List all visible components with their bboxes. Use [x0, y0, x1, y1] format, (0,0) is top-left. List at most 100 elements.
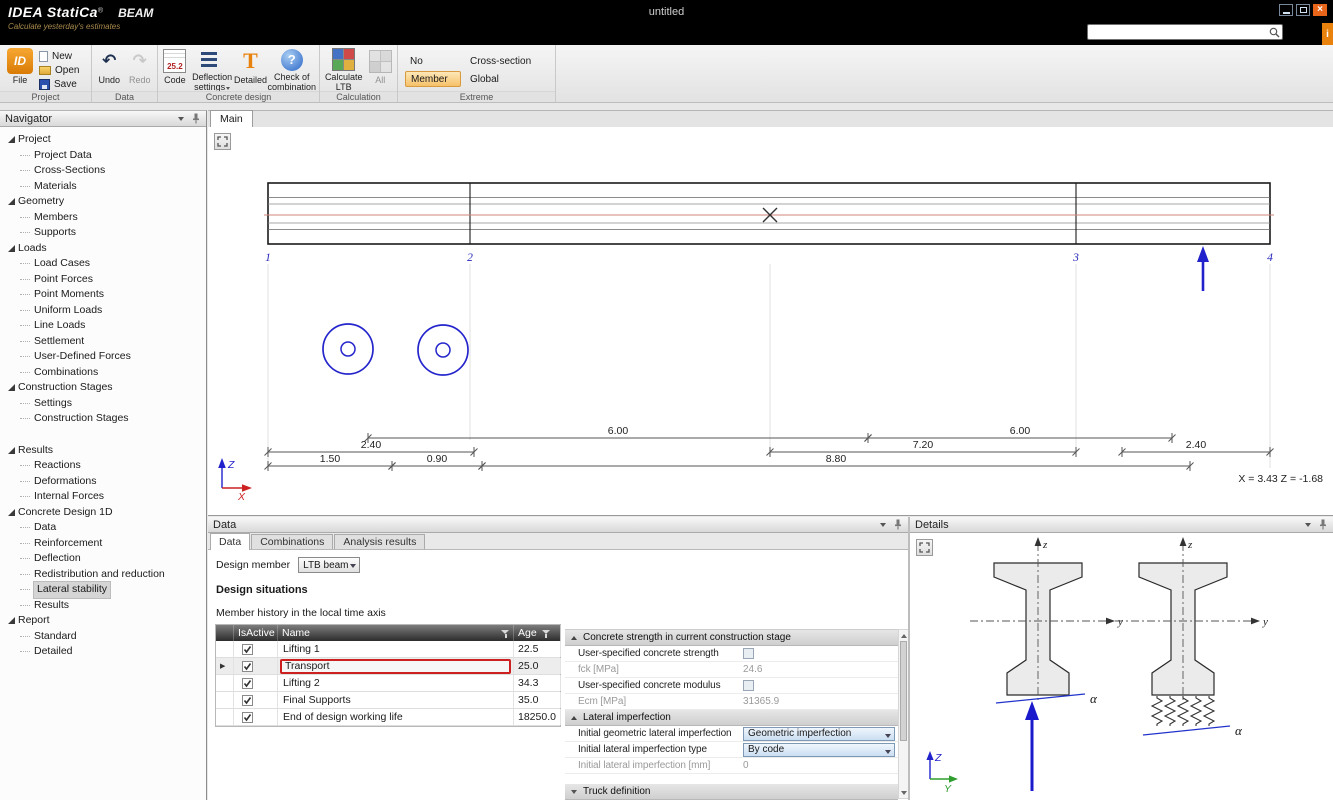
model-view[interactable]: 1 2 3 4: [208, 127, 1333, 516]
table-row[interactable]: ▶ Transport 25.0: [216, 658, 560, 675]
isactive-checkbox[interactable]: [242, 712, 253, 723]
section-header-concrete-strength[interactable]: Concrete strength in current constructio…: [565, 630, 898, 646]
user-strength-checkbox[interactable]: [743, 648, 754, 659]
tree-item[interactable]: Project: [4, 132, 206, 148]
name-column-header[interactable]: Name: [278, 625, 514, 641]
save-button[interactable]: Save: [39, 78, 79, 90]
tree-item[interactable]: Internal Forces: [4, 489, 206, 505]
tree-item[interactable]: Deflection: [4, 551, 206, 567]
pin-icon[interactable]: [191, 113, 201, 124]
calculate-ltb-button[interactable]: Calculate LTB: [323, 47, 364, 92]
check-of-combination-button[interactable]: ? Check of combination: [267, 47, 316, 92]
extreme-no-button[interactable]: No: [405, 53, 461, 69]
calculate-all-button[interactable]: All: [366, 47, 394, 92]
tree-item[interactable]: Combinations: [4, 365, 206, 381]
tree-item[interactable]: Reactions: [4, 458, 206, 474]
detailed-button[interactable]: T Detailed: [235, 47, 265, 92]
tree-item[interactable]: Detailed: [4, 644, 206, 660]
tree-item[interactable]: Point Moments: [4, 287, 206, 303]
panel-menu-icon[interactable]: [178, 117, 184, 121]
tree-item[interactable]: Loads: [4, 241, 206, 257]
scroll-down-button[interactable]: [899, 787, 908, 798]
expander-icon[interactable]: [4, 198, 18, 205]
tree-item[interactable]: Uniform Loads: [4, 303, 206, 319]
tab-main[interactable]: Main: [210, 110, 253, 127]
tree-item[interactable]: Members: [4, 210, 206, 226]
tree-item[interactable]: Construction Stages: [4, 380, 206, 396]
isactive-column-header[interactable]: IsActive: [234, 625, 278, 641]
new-button[interactable]: New: [39, 50, 79, 62]
table-row[interactable]: End of design working life 18250.0: [216, 709, 560, 726]
search-input[interactable]: [1087, 24, 1283, 40]
tree-item[interactable]: Project Data: [4, 148, 206, 164]
isactive-checkbox[interactable]: [242, 644, 253, 655]
property-grid-scrollbar[interactable]: [898, 629, 908, 799]
deflection-settings-button[interactable]: Deflection settings: [191, 47, 234, 92]
tree-item[interactable]: Concrete Design 1D: [4, 505, 206, 521]
fit-view-button[interactable]: [214, 133, 231, 150]
expander-icon[interactable]: [4, 136, 18, 143]
file-button[interactable]: ID File: [3, 47, 37, 92]
code-button[interactable]: 25.2 Code: [161, 47, 189, 92]
extreme-cross-section-button[interactable]: Cross-section: [465, 53, 549, 69]
tree-item[interactable]: Cross-Sections: [4, 163, 206, 179]
tree-item[interactable]: Data: [4, 520, 206, 536]
tree-item[interactable]: Redistribution and reduction: [4, 567, 206, 583]
tree-item[interactable]: Results: [4, 598, 206, 614]
tab-data[interactable]: Data: [210, 533, 250, 550]
isactive-checkbox[interactable]: [242, 695, 253, 706]
extreme-global-button[interactable]: Global: [465, 71, 549, 87]
tree-item[interactable]: Standard: [4, 629, 206, 645]
maximize-button[interactable]: [1296, 4, 1310, 16]
table-row[interactable]: Lifting 1 22.5: [216, 641, 560, 658]
tree-item[interactable]: Reinforcement: [4, 536, 206, 552]
close-button[interactable]: ×: [1313, 4, 1327, 16]
search-icon[interactable]: [1269, 27, 1280, 38]
pin-icon[interactable]: [1318, 519, 1328, 530]
tab-combinations[interactable]: Combinations: [251, 534, 333, 549]
tree-item[interactable]: Settlement: [4, 334, 206, 350]
design-member-select[interactable]: LTB beam: [298, 557, 360, 573]
tree-item[interactable]: Point Forces: [4, 272, 206, 288]
tree-item[interactable]: Supports: [4, 225, 206, 241]
tree-item[interactable]: Lateral stability: [4, 582, 206, 598]
expander-icon[interactable]: [4, 617, 18, 624]
tab-analysis-results[interactable]: Analysis results: [334, 534, 425, 549]
expander-icon[interactable]: [4, 509, 18, 516]
filter-icon[interactable]: [542, 629, 551, 638]
extreme-member-button[interactable]: Member: [405, 71, 461, 87]
section-header-lateral-imperfection[interactable]: Lateral imperfection: [565, 710, 898, 726]
age-column-header[interactable]: Age: [514, 625, 561, 641]
user-modulus-checkbox[interactable]: [743, 680, 754, 691]
tree-item[interactable]: Geometry: [4, 194, 206, 210]
expander-icon[interactable]: [4, 245, 18, 252]
table-row[interactable]: Lifting 2 34.3: [216, 675, 560, 692]
expander-icon[interactable]: [4, 447, 18, 454]
panel-menu-icon[interactable]: [1305, 523, 1311, 527]
scrollbar-thumb[interactable]: [900, 641, 907, 741]
filter-icon[interactable]: [501, 629, 510, 638]
fit-view-button[interactable]: [916, 539, 933, 556]
tree-item[interactable]: Line Loads: [4, 318, 206, 334]
tree-item[interactable]: Report: [4, 613, 206, 629]
redo-button[interactable]: ↷ Redo: [126, 47, 155, 92]
imperfection-type-select[interactable]: By code: [743, 743, 895, 757]
pin-icon[interactable]: [893, 519, 903, 530]
tree-item[interactable]: Load Cases: [4, 256, 206, 272]
scroll-up-button[interactable]: [899, 630, 908, 641]
table-row[interactable]: Final Supports 35.0: [216, 692, 560, 709]
tree-item[interactable]: User-Defined Forces: [4, 349, 206, 365]
isactive-checkbox[interactable]: [242, 661, 253, 672]
tree-item[interactable]: Materials: [4, 179, 206, 195]
panel-menu-icon[interactable]: [880, 523, 886, 527]
isactive-checkbox[interactable]: [242, 678, 253, 689]
geometric-imperfection-select[interactable]: Geometric imperfection: [743, 727, 895, 741]
open-button[interactable]: Open: [39, 64, 79, 76]
tree-item[interactable]: Settings: [4, 396, 206, 412]
undo-button[interactable]: ↶ Undo: [95, 47, 124, 92]
tree-item[interactable]: Construction Stages: [4, 411, 206, 427]
info-button[interactable]: i: [1322, 23, 1333, 45]
tree-item[interactable]: Deformations: [4, 474, 206, 490]
tree-item[interactable]: Results: [4, 443, 206, 459]
expander-icon[interactable]: [4, 384, 18, 391]
